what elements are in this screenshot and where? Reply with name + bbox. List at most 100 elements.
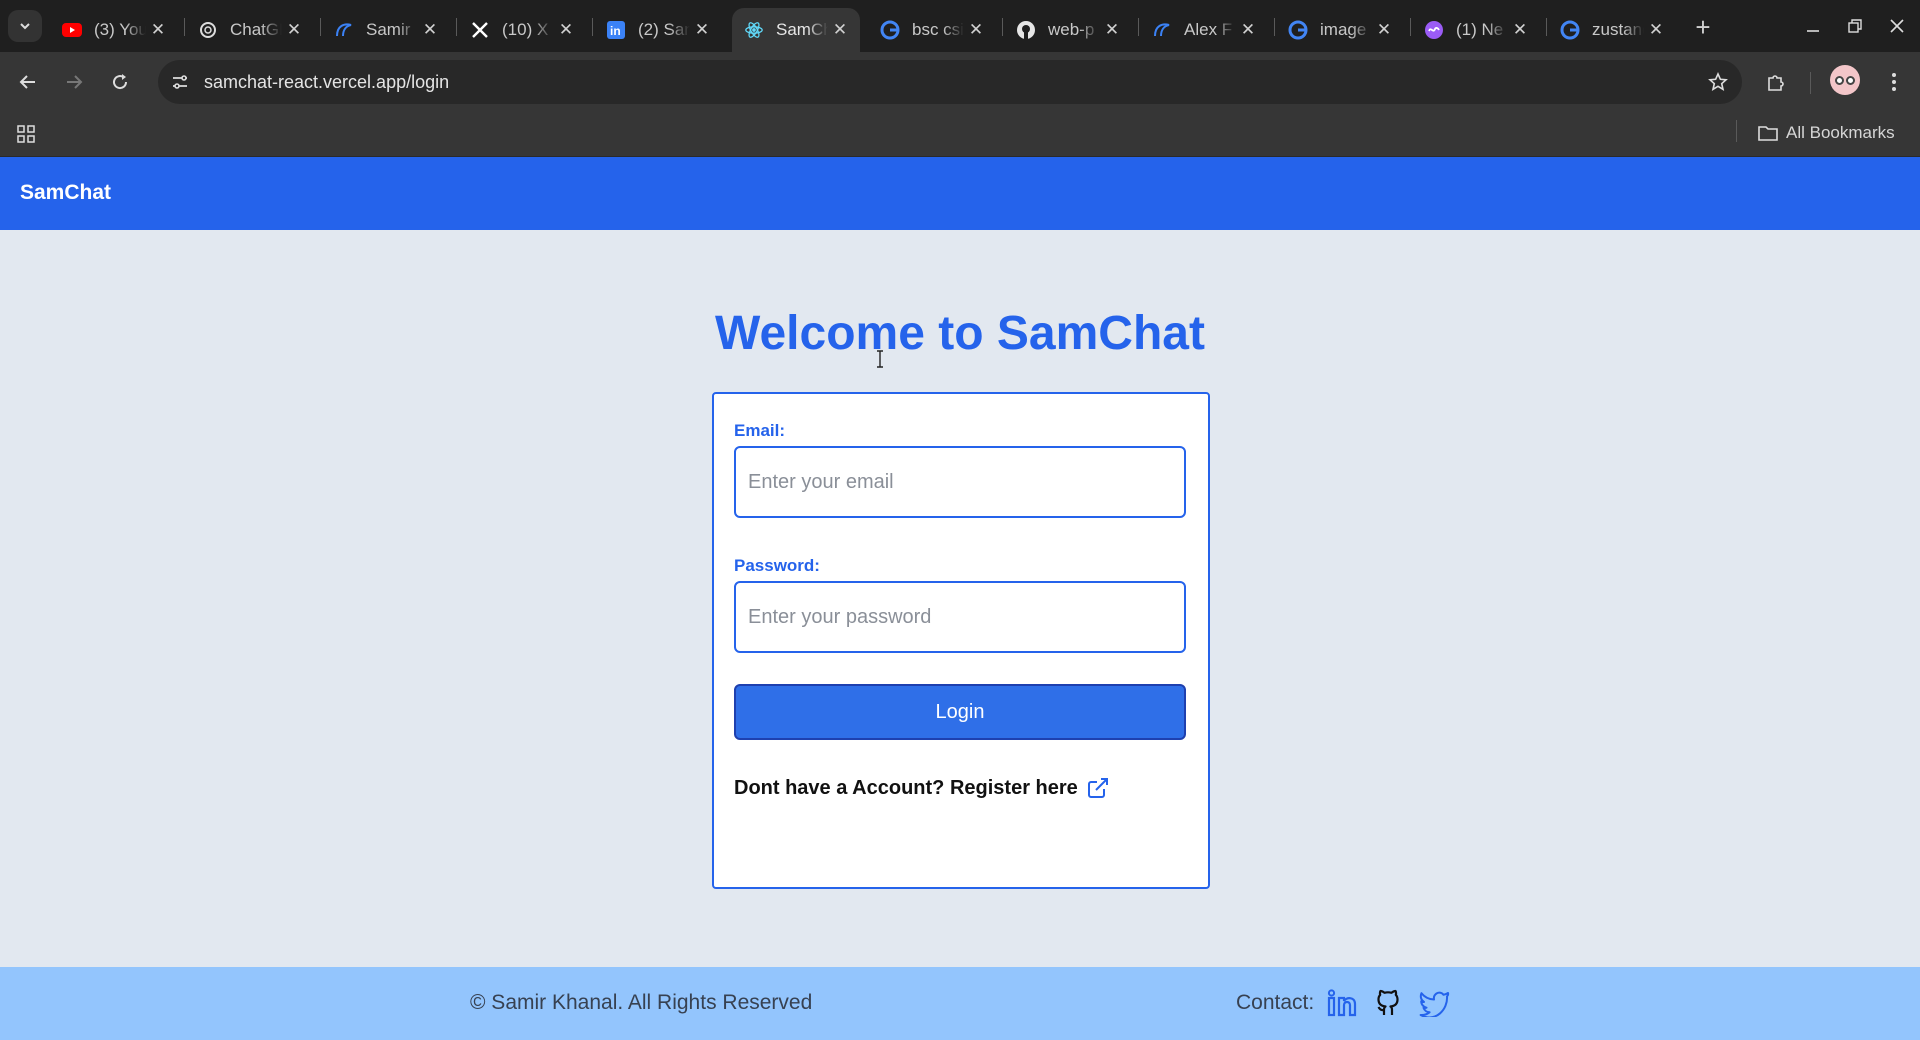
browser-tab[interactable]: (1) Ne ✕ — [1412, 8, 1540, 52]
password-field[interactable] — [734, 581, 1186, 653]
browser-tab[interactable]: ChatGPT ✕ — [186, 8, 314, 52]
folder-icon — [1758, 126, 1778, 141]
login-form: Email: Password: Login Dont have a Accou… — [712, 392, 1210, 889]
tab-close-icon[interactable]: ✕ — [1510, 20, 1530, 40]
close-window-button[interactable] — [1882, 12, 1912, 40]
extensions-button[interactable] — [1760, 66, 1792, 98]
restore-button[interactable] — [1840, 12, 1870, 40]
tab-close-icon[interactable]: ✕ — [148, 20, 168, 40]
bookmarks-bar: All Bookmarks — [0, 112, 1920, 157]
tab-close-icon[interactable]: ✕ — [556, 20, 576, 40]
chatgpt-icon — [198, 20, 218, 40]
tab-separator — [1546, 18, 1547, 36]
more-vert-icon — [1892, 73, 1896, 91]
chevron-down-icon — [20, 23, 30, 30]
tab-title: (2) Samir — [638, 20, 690, 39]
tab-close-icon[interactable]: ✕ — [692, 20, 712, 40]
tab-search-button[interactable] — [8, 10, 42, 42]
tab-separator — [184, 18, 185, 36]
restore-icon — [1848, 19, 1862, 33]
tab-separator — [320, 18, 321, 36]
minimize-icon — [1807, 30, 1819, 32]
new-tab-button[interactable]: + — [1688, 12, 1718, 42]
site-footer: © Samir Khanal. All Rights Reserved Cont… — [0, 967, 1920, 1040]
browser-toolbar: samchat-react.vercel.app/login — [0, 52, 1920, 112]
tab-title: Alex F — [1184, 20, 1233, 39]
tab-title: image — [1320, 20, 1367, 39]
tab-title: zustand — [1592, 20, 1644, 39]
contact-label: Contact: — [1236, 991, 1315, 1014]
github-icon[interactable] — [1372, 987, 1404, 1019]
reload-icon — [113, 74, 128, 90]
app-navbar: SamChat — [0, 157, 1920, 230]
tab-close-icon[interactable]: ✕ — [420, 20, 440, 40]
alpha-icon — [1152, 20, 1172, 40]
tab-close-icon[interactable]: ✕ — [1374, 20, 1394, 40]
tab-close-icon[interactable]: ✕ — [284, 20, 304, 40]
email-field[interactable] — [734, 446, 1186, 518]
register-row: Dont have a Account? Register here — [734, 776, 1110, 800]
tab-separator — [456, 18, 457, 36]
tab-title: ChatGPT — [230, 20, 282, 39]
tab-separator — [1002, 18, 1003, 36]
browser-tab-active[interactable]: SamChat ✕ — [732, 8, 860, 52]
profile-avatar[interactable] — [1830, 65, 1860, 95]
google-icon — [1288, 20, 1308, 40]
tab-close-icon[interactable]: ✕ — [830, 20, 850, 40]
all-bookmarks-button[interactable]: All Bookmarks — [1758, 120, 1895, 146]
twitter-icon[interactable] — [1418, 987, 1450, 1019]
react-icon — [744, 20, 764, 40]
tab-close-icon[interactable]: ✕ — [1102, 20, 1122, 40]
bookmark-star-icon[interactable] — [1706, 70, 1730, 94]
google-icon — [1560, 20, 1580, 40]
reload-button[interactable] — [104, 66, 136, 98]
browser-menu-button[interactable] — [1878, 66, 1910, 98]
alpha-icon — [334, 20, 354, 40]
arrow-left-icon — [19, 75, 35, 89]
tab-title: (10) X — [502, 20, 549, 39]
forward-button[interactable] — [58, 66, 90, 98]
all-bookmarks-label: All Bookmarks — [1786, 123, 1895, 142]
tab-close-icon[interactable]: ✕ — [1646, 20, 1666, 40]
browser-tab[interactable]: (3) YouTube ✕ — [50, 8, 178, 52]
github-icon — [1016, 20, 1036, 40]
brand-logo-text[interactable]: SamChat — [20, 181, 111, 205]
youtube-icon — [62, 20, 82, 40]
tab-title: (3) YouTube — [94, 20, 146, 39]
back-button[interactable] — [12, 66, 44, 98]
browser-tab[interactable]: bsc csit ✕ — [868, 8, 996, 52]
bookmarks-divider — [1736, 120, 1737, 142]
tab-title: Samir — [366, 20, 411, 39]
register-link[interactable]: Dont have a Account? Register here — [734, 777, 1078, 800]
browser-tab[interactable]: zustand ✕ — [1548, 8, 1676, 52]
text-cursor-icon — [877, 350, 883, 368]
tab-close-icon[interactable]: ✕ — [1238, 20, 1258, 40]
password-label: Password: — [734, 556, 820, 575]
toolbar-divider — [1810, 72, 1811, 94]
apps-grid-icon[interactable] — [14, 122, 38, 146]
browser-tab[interactable]: Samir ✕ — [322, 8, 450, 52]
external-link-icon[interactable] — [1086, 776, 1110, 800]
browser-tab[interactable]: image ✕ — [1276, 8, 1404, 52]
url-text[interactable]: samchat-react.vercel.app/login — [204, 72, 449, 93]
tab-separator — [1138, 18, 1139, 36]
google-icon — [880, 20, 900, 40]
tab-title: web-p — [1048, 20, 1095, 39]
svg-text:in: in — [610, 24, 621, 38]
browser-tab-strip: (3) YouTube ✕ ChatGPT ✕ Samir ✕ (10) X ✕… — [0, 0, 1920, 52]
tab-separator — [1274, 18, 1275, 36]
purple-app-icon — [1424, 20, 1444, 40]
minimize-button[interactable] — [1798, 12, 1828, 40]
browser-tab[interactable]: Alex F ✕ — [1140, 8, 1268, 52]
welcome-heading: Welcome to SamChat — [715, 307, 1205, 360]
copyright-text: © Samir Khanal. All Rights Reserved — [470, 991, 813, 1014]
tab-title: SamChat — [776, 20, 828, 39]
browser-tab[interactable]: web-p ✕ — [1004, 8, 1132, 52]
linkedin-icon[interactable] — [1326, 987, 1358, 1019]
address-bar[interactable]: samchat-react.vercel.app/login — [158, 60, 1742, 104]
browser-tab[interactable]: (10) X ✕ — [458, 8, 586, 52]
browser-tab[interactable]: in (2) Samir ✕ — [594, 8, 722, 52]
tab-close-icon[interactable]: ✕ — [966, 20, 986, 40]
site-info-icon[interactable] — [168, 70, 192, 94]
login-button[interactable]: Login — [734, 684, 1186, 740]
